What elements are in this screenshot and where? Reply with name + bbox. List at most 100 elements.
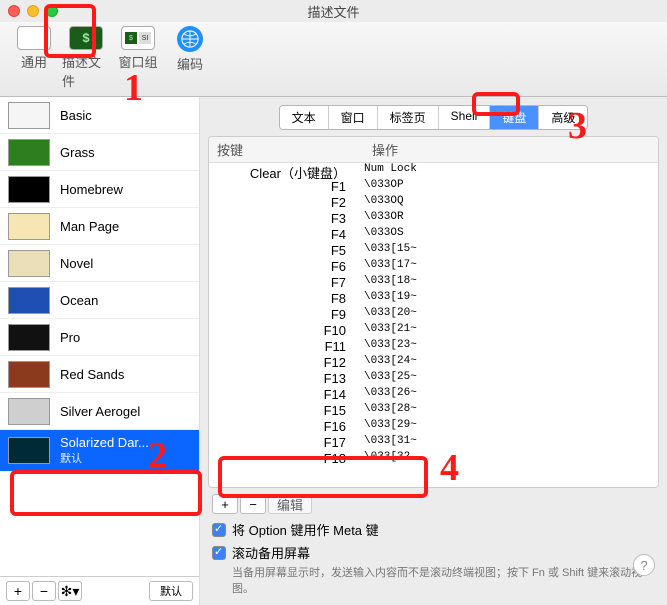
minimize-icon[interactable] bbox=[27, 5, 39, 17]
profile-name: Red Sands bbox=[60, 367, 124, 382]
tab-shell[interactable]: Shell bbox=[439, 106, 491, 129]
cell-action: \033OR bbox=[364, 211, 658, 227]
profile-name: Solarized Dar...默认 bbox=[60, 435, 149, 466]
help-button[interactable]: ? bbox=[633, 554, 655, 576]
sidebar-footer: + − ✻▾ 默认 bbox=[0, 576, 199, 605]
profile-row[interactable]: Solarized Dar...默认 bbox=[0, 430, 199, 472]
cell-key: F11 bbox=[209, 339, 364, 355]
remove-keybinding-button[interactable]: − bbox=[240, 494, 266, 514]
preferences-toolbar: 通用 描述文件 $SI 窗口组 编码 bbox=[0, 22, 667, 97]
add-profile-button[interactable]: + bbox=[6, 581, 30, 601]
titlebar: 描述文件 bbox=[0, 0, 667, 22]
cell-action: \033OS bbox=[364, 227, 658, 243]
table-row[interactable]: F18\033[32 bbox=[209, 451, 658, 467]
profile-row[interactable]: Homebrew bbox=[0, 171, 199, 208]
table-row[interactable]: F3\033OR bbox=[209, 211, 658, 227]
profile-name: Grass bbox=[60, 145, 95, 160]
table-row[interactable]: F10\033[21~ bbox=[209, 323, 658, 339]
zoom-icon[interactable] bbox=[46, 5, 58, 17]
profile-row[interactable]: Basic bbox=[0, 97, 199, 134]
tab-keyboard[interactable]: 键盘 bbox=[490, 106, 539, 129]
remove-profile-button[interactable]: − bbox=[32, 581, 56, 601]
tab-tabpage[interactable]: 标签页 bbox=[378, 106, 439, 129]
cell-action: \033[25~ bbox=[364, 371, 658, 387]
globe-icon bbox=[177, 26, 203, 52]
cell-key: F9 bbox=[209, 307, 364, 323]
table-row[interactable]: F12\033[24~ bbox=[209, 355, 658, 371]
profile-thumb bbox=[8, 176, 50, 203]
tab-advanced[interactable]: 高级 bbox=[539, 106, 587, 129]
cell-key: F12 bbox=[209, 355, 364, 371]
table-row[interactable]: F7\033[18~ bbox=[209, 275, 658, 291]
cell-action: \033[19~ bbox=[364, 291, 658, 307]
cell-action: \033OQ bbox=[364, 195, 658, 211]
table-row[interactable]: F8\033[19~ bbox=[209, 291, 658, 307]
profile-row[interactable]: Grass bbox=[0, 134, 199, 171]
scroll-alt-row[interactable]: 滚动备用屏幕 bbox=[212, 543, 655, 562]
table-row[interactable]: Clear（小键盘）Num Lock bbox=[209, 163, 658, 179]
add-keybinding-button[interactable]: + bbox=[212, 494, 238, 514]
cell-key: F16 bbox=[209, 419, 364, 435]
toolbar-profiles[interactable]: 描述文件 bbox=[62, 26, 110, 90]
toolbar-window-groups[interactable]: $SI 窗口组 bbox=[114, 26, 162, 90]
tab-text[interactable]: 文本 bbox=[280, 106, 329, 129]
window-controls bbox=[8, 5, 58, 17]
profile-thumb bbox=[8, 287, 50, 314]
profile-thumb bbox=[8, 139, 50, 166]
keybinding-rows[interactable]: Clear（小键盘）Num LockF1\033OPF2\033OQF3\033… bbox=[209, 163, 658, 487]
close-icon[interactable] bbox=[8, 5, 20, 17]
table-row[interactable]: F5\033[15~ bbox=[209, 243, 658, 259]
table-row[interactable]: F17\033[31~ bbox=[209, 435, 658, 451]
table-row[interactable]: F1\033OP bbox=[209, 179, 658, 195]
profile-thumb bbox=[8, 102, 50, 129]
table-row[interactable]: F6\033[17~ bbox=[209, 259, 658, 275]
tab-window[interactable]: 窗口 bbox=[329, 106, 378, 129]
profile-row[interactable]: Novel bbox=[0, 245, 199, 282]
profile-row[interactable]: Red Sands bbox=[0, 356, 199, 393]
tab-control: 文本 窗口 标签页 Shell 键盘 高级 bbox=[279, 105, 589, 130]
option-meta-row[interactable]: 将 Option 键用作 Meta 键 bbox=[212, 520, 655, 539]
profile-sidebar: Basic Grass HomebrewMan Page Novel OceanPro R… bbox=[0, 97, 200, 605]
cell-action: \033[21~ bbox=[364, 323, 658, 339]
cell-key: F2 bbox=[209, 195, 364, 211]
cell-key: F5 bbox=[209, 243, 364, 259]
cell-key: F4 bbox=[209, 227, 364, 243]
profile-list[interactable]: Basic Grass HomebrewMan Page Novel OceanPro R… bbox=[0, 97, 199, 576]
cell-action: \033[17~ bbox=[364, 259, 658, 275]
profile-thumb bbox=[8, 361, 50, 388]
toolbar-encoding[interactable]: 编码 bbox=[166, 26, 214, 90]
cell-key: F3 bbox=[209, 211, 364, 227]
table-row[interactable]: F11\033[23~ bbox=[209, 339, 658, 355]
checkbox-scroll-alt[interactable] bbox=[212, 546, 226, 560]
profile-row[interactable]: Man Page bbox=[0, 208, 199, 245]
profile-row[interactable]: Ocean bbox=[0, 282, 199, 319]
cell-action: \033[29~ bbox=[364, 419, 658, 435]
profile-name: Novel bbox=[60, 256, 93, 271]
cell-action: \033[18~ bbox=[364, 275, 658, 291]
cell-action: \033[24~ bbox=[364, 355, 658, 371]
profile-thumb bbox=[8, 437, 50, 464]
edit-keybinding-button[interactable]: 编辑 bbox=[268, 494, 312, 514]
profile-actions-button[interactable]: ✻▾ bbox=[58, 581, 82, 601]
cell-key: F17 bbox=[209, 435, 364, 451]
profiles-icon bbox=[69, 26, 103, 50]
table-row[interactable]: F9\033[20~ bbox=[209, 307, 658, 323]
table-row[interactable]: F4\033OS bbox=[209, 227, 658, 243]
toolbar-general[interactable]: 通用 bbox=[10, 26, 58, 90]
general-icon bbox=[17, 26, 51, 50]
table-row[interactable]: F13\033[25~ bbox=[209, 371, 658, 387]
set-default-button[interactable]: 默认 bbox=[149, 581, 193, 601]
cell-key: Clear（小键盘） bbox=[209, 163, 364, 179]
table-row[interactable]: F2\033OQ bbox=[209, 195, 658, 211]
profile-row[interactable]: Pro bbox=[0, 319, 199, 356]
table-row[interactable]: F15\033[28~ bbox=[209, 403, 658, 419]
cell-action: Num Lock bbox=[364, 163, 658, 179]
profile-name: Basic bbox=[60, 108, 92, 123]
profile-row[interactable]: Silver Aerogel bbox=[0, 393, 199, 430]
cell-key: F7 bbox=[209, 275, 364, 291]
cell-action: \033[23~ bbox=[364, 339, 658, 355]
table-row[interactable]: F14\033[26~ bbox=[209, 387, 658, 403]
table-row[interactable]: F16\033[29~ bbox=[209, 419, 658, 435]
main-panel: 文本 窗口 标签页 Shell 键盘 高级 按键 操作 Clear（小键盘）Nu… bbox=[200, 97, 667, 605]
checkbox-option-meta[interactable] bbox=[212, 523, 226, 537]
